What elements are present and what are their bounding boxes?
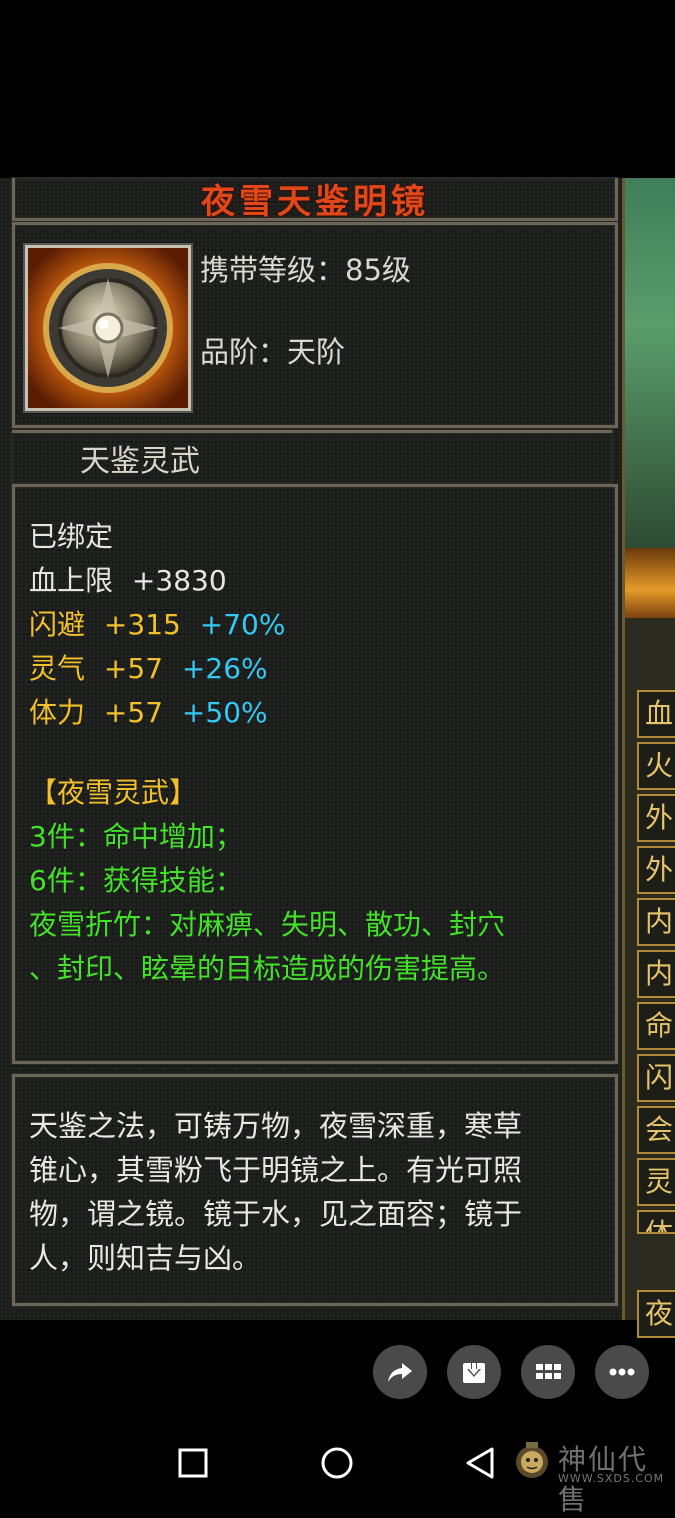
share-icon (388, 1363, 412, 1382)
recents-icon[interactable] (178, 1448, 208, 1478)
more-icon (609, 1368, 635, 1376)
side-tab[interactable]: 闪 (637, 1054, 675, 1102)
set-skill-line-2: 、封印、眩晕的目标造成的伤害提高。 (29, 952, 506, 985)
item-title: 夜雪天鉴明镜 (201, 182, 429, 222)
stat-label: 血上限 (29, 564, 114, 597)
side-tab[interactable]: 外 (637, 794, 675, 842)
side-tab[interactable]: 内 (637, 898, 675, 946)
description-line: 人，则知吉与凶。 (29, 1241, 262, 1275)
bound-status: 已绑定 (29, 520, 114, 553)
title-frame: 夜雪天鉴明镜 (12, 178, 618, 222)
apps-button[interactable] (521, 1345, 575, 1399)
side-tab[interactable]: 火 (637, 742, 675, 790)
download-button[interactable] (447, 1345, 501, 1399)
side-tab[interactable]: 血 (637, 690, 675, 738)
stat-spirit: 灵气 +57 +26% (29, 647, 268, 687)
side-tab[interactable]: 命 (637, 1002, 675, 1050)
share-button[interactable] (373, 1345, 427, 1399)
scenery (625, 178, 675, 548)
attributes-frame: 已绑定 血上限 +3830 闪避 +315 +70% 灵气 +57 +26% 体… (12, 484, 618, 1064)
stat-value: +3830 (131, 564, 227, 597)
side-tab[interactable]: 内 (637, 950, 675, 998)
item-info-frame: 携带等级：85级 品阶：天阶 (12, 222, 618, 428)
grid-icon (536, 1364, 561, 1379)
stat-dodge: 闪避 +315 +70% (29, 603, 285, 643)
back-icon[interactable] (464, 1446, 496, 1480)
side-tab[interactable]: 会 (637, 1106, 675, 1154)
stat-label: 灵气 (29, 652, 86, 685)
stat-value: +57 (103, 652, 164, 685)
stat-percent: +26% (181, 652, 268, 685)
set-skill-line-1: 夜雪折竹：对麻痹、失明、散功、封穴 (29, 908, 506, 941)
stat-value: +315 (103, 608, 181, 641)
background-game-ui: 血 火 外 外 内 内 命 闪 会 灵 体 夜 (625, 178, 675, 1338)
grade: 品阶：天阶 (200, 335, 346, 369)
stat-hp: 血上限 +3830 (29, 559, 227, 599)
side-tab[interactable]: 夜 (637, 1290, 675, 1338)
watermark: 神仙代售 WWW.SXDS.COM (510, 1438, 670, 1516)
side-tab[interactable]: 体 (637, 1210, 675, 1234)
description-line: 锥心，其雪粉飞于明镜之上。有光可照 (29, 1153, 523, 1187)
stat-stamina: 体力 +57 +50% (29, 691, 268, 731)
mirror-item-icon (23, 243, 193, 413)
description-line: 物，谓之镜。镜于水，见之面容；镜于 (29, 1197, 523, 1231)
stat-label: 闪避 (29, 608, 86, 641)
set-bonus-3: 3件：命中增加； (29, 820, 243, 853)
watermark-url: WWW.SXDS.COM (558, 1472, 665, 1485)
side-tab[interactable]: 外 (637, 846, 675, 894)
set-bonus-6: 6件：获得技能： (29, 864, 243, 897)
stat-label: 体力 (29, 696, 86, 729)
stat-percent: +70% (199, 608, 286, 641)
description-frame: 天鉴之法，可铸万物，夜雪深重，寒草 锥心，其雪粉飞于明镜之上。有光可照 物，谓之… (12, 1074, 618, 1306)
item-tooltip-panel: 夜雪天鉴明镜 携带等级：85级 品阶：天阶 天鉴灵武 已绑定 血上限 +3830… (0, 178, 625, 1320)
side-tab[interactable]: 灵 (637, 1158, 675, 1206)
carry-level: 携带等级：85级 (200, 253, 411, 287)
item-category: 天鉴灵武 (80, 444, 200, 479)
download-icon (463, 1359, 485, 1383)
more-button[interactable] (595, 1345, 649, 1399)
gold-banner (625, 548, 675, 618)
description-line: 天鉴之法，可铸万物，夜雪深重，寒草 (29, 1109, 523, 1143)
stat-percent: +50% (181, 696, 268, 729)
stat-value: +57 (103, 696, 164, 729)
mascot-logo-icon (516, 1442, 548, 1478)
home-icon[interactable] (320, 1446, 354, 1480)
set-name: 【夜雪灵武】 (29, 776, 198, 809)
